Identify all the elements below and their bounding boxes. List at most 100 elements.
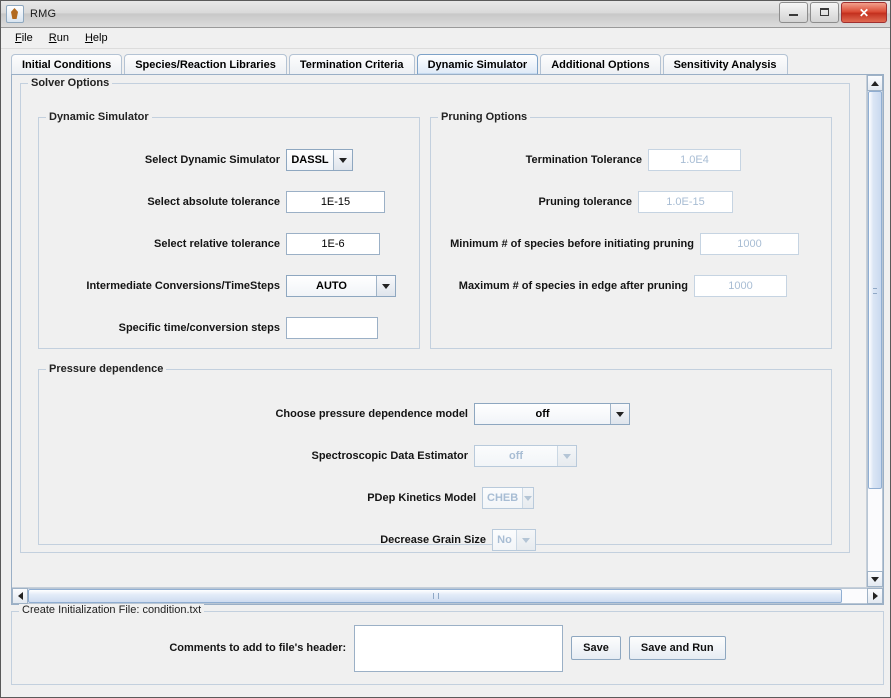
triangle-down-icon <box>871 576 879 582</box>
vertical-scroll-track[interactable] <box>867 91 883 571</box>
tab-dynamic-simulator[interactable]: Dynamic Simulator <box>416 54 539 75</box>
close-button[interactable]: ✕ <box>841 2 887 23</box>
vertical-scrollbar[interactable] <box>866 75 883 587</box>
menu-run[interactable]: Run <box>41 30 77 46</box>
row-relative-tolerance: Select relative tolerance 1E-6 <box>48 233 408 255</box>
combo-pressure-dependence-model-value: off <box>475 404 610 424</box>
input-min-species-before-pruning[interactable]: 1000 <box>700 233 799 255</box>
maximize-button[interactable] <box>810 2 839 23</box>
combo-pdep-kinetics-model-value: CHEB <box>483 488 523 508</box>
horizontal-scrollbar[interactable] <box>12 587 883 604</box>
scroll-right-button[interactable] <box>867 588 883 604</box>
label-select-dynamic-simulator: Select Dynamic Simulator <box>144 154 280 166</box>
label-comments: Comments to add to file's header: <box>169 642 347 654</box>
label-decrease-grain-size: Decrease Grain Size <box>380 534 486 546</box>
vertical-scroll-thumb[interactable] <box>868 91 882 490</box>
scroll-up-button[interactable] <box>867 75 883 91</box>
input-absolute-tolerance[interactable]: 1E-15 <box>286 191 385 213</box>
label-pruning-tolerance: Pruning tolerance <box>538 196 632 208</box>
tab-species-reaction-libraries[interactable]: Species/Reaction Libraries <box>124 54 287 75</box>
label-absolute-tolerance: Select absolute tolerance <box>147 196 280 208</box>
tab-panel-dynamic-simulator: Solver Options Dynamic Simulator Select … <box>11 74 884 605</box>
group-solver-options-legend: Solver Options <box>28 77 113 89</box>
solver-options-canvas: Solver Options Dynamic Simulator Select … <box>12 75 858 587</box>
status-strip <box>1 691 890 697</box>
tab-strip: Initial Conditions Species/Reaction Libr… <box>1 49 890 75</box>
chevron-down-icon <box>557 446 576 466</box>
chevron-down-icon <box>610 404 629 424</box>
combo-pdep-kinetics-model[interactable]: CHEB <box>482 487 534 509</box>
horizontal-scroll-thumb[interactable] <box>28 589 842 603</box>
row-termination-tolerance: Termination Tolerance 1.0E4 <box>442 149 822 171</box>
menu-file[interactable]: File <box>7 30 41 46</box>
menu-bar: File Run Help <box>1 28 890 49</box>
input-termination-tolerance[interactable]: 1.0E4 <box>648 149 741 171</box>
triangle-right-icon <box>872 592 878 600</box>
label-specific-steps: Specific time/conversion steps <box>118 322 280 334</box>
label-termination-tolerance: Termination Tolerance <box>525 154 642 166</box>
chevron-down-icon <box>522 488 533 508</box>
combo-select-dynamic-simulator[interactable]: DASSL <box>286 149 353 171</box>
triangle-up-icon <box>871 80 879 86</box>
group-pressure-dependence-legend: Pressure dependence <box>46 363 167 375</box>
horizontal-scroll-track[interactable] <box>28 588 867 604</box>
rmg-main-window: RMG ✕ File Run Help Initial Conditions S… <box>0 0 891 698</box>
group-pruning-options-legend: Pruning Options <box>438 111 531 123</box>
chevron-down-icon <box>516 530 535 550</box>
scroll-left-button[interactable] <box>12 588 28 604</box>
row-max-species-edge-after-pruning: Maximum # of species in edge after pruni… <box>440 275 830 297</box>
tab-termination-criteria[interactable]: Termination Criteria <box>288 54 415 75</box>
input-max-species-edge-after-pruning[interactable]: 1000 <box>694 275 787 297</box>
row-decrease-grain-size: Decrease Grain Size No <box>352 529 652 551</box>
input-pruning-tolerance[interactable]: 1.0E-15 <box>638 191 733 213</box>
combo-intermediate-conversions-value: AUTO <box>287 276 376 296</box>
save-and-run-button[interactable]: Save and Run <box>628 636 726 660</box>
window-title: RMG <box>30 8 57 20</box>
combo-pressure-dependence-model[interactable]: off <box>474 403 630 425</box>
save-button[interactable]: Save <box>571 636 621 660</box>
row-pruning-tolerance: Pruning tolerance 1.0E-15 <box>442 191 822 213</box>
row-pdep-kinetics-model: PDep Kinetics Model CHEB <box>352 487 652 509</box>
scroll-down-button[interactable] <box>867 571 883 587</box>
menu-help[interactable]: Help <box>77 30 116 46</box>
combo-spectroscopic-estimator-value: off <box>475 446 557 466</box>
row-absolute-tolerance: Select absolute tolerance 1E-15 <box>48 191 408 213</box>
combo-select-dynamic-simulator-value: DASSL <box>287 150 333 170</box>
row-select-dynamic-simulator: Select Dynamic Simulator DASSL <box>48 149 408 171</box>
row-specific-steps: Specific time/conversion steps <box>48 317 408 339</box>
chevron-down-icon <box>333 150 352 170</box>
input-relative-tolerance[interactable]: 1E-6 <box>286 233 380 255</box>
input-specific-steps[interactable] <box>286 317 378 339</box>
label-relative-tolerance: Select relative tolerance <box>154 238 280 250</box>
row-min-species-before-pruning: Minimum # of species before initiating p… <box>440 233 830 255</box>
menu-file-label-rest: ile <box>21 32 33 44</box>
triangle-left-icon <box>17 592 23 600</box>
title-bar: RMG ✕ <box>1 1 890 28</box>
combo-intermediate-conversions[interactable]: AUTO <box>286 275 396 297</box>
row-pressure-dependence-model: Choose pressure dependence model off <box>252 403 652 425</box>
combo-decrease-grain-size-value: No <box>493 530 516 550</box>
maximize-icon <box>820 8 829 16</box>
combo-decrease-grain-size[interactable]: No <box>492 529 536 551</box>
init-file-controls: Comments to add to file's header: Save S… <box>12 612 883 684</box>
minimize-button[interactable] <box>779 2 808 23</box>
group-dynamic-simulator-legend: Dynamic Simulator <box>46 111 152 123</box>
label-max-species-edge-after-pruning: Maximum # of species in edge after pruni… <box>458 280 688 292</box>
input-comments[interactable] <box>354 624 564 672</box>
row-intermediate-conversions: Intermediate Conversions/TimeSteps AUTO <box>40 275 412 297</box>
menu-run-label-rest: un <box>56 32 69 44</box>
minimize-icon <box>789 14 798 16</box>
tab-sensitivity-analysis[interactable]: Sensitivity Analysis <box>662 54 788 75</box>
row-spectroscopic-estimator: Spectroscopic Data Estimator off <box>292 445 652 467</box>
tab-additional-options[interactable]: Additional Options <box>540 54 661 75</box>
combo-spectroscopic-estimator[interactable]: off <box>474 445 577 467</box>
label-intermediate-conversions: Intermediate Conversions/TimeSteps <box>86 280 280 292</box>
chevron-down-icon <box>376 276 395 296</box>
window-controls: ✕ <box>779 2 887 23</box>
tab-initial-conditions[interactable]: Initial Conditions <box>11 54 123 75</box>
close-icon: ✕ <box>858 5 870 20</box>
label-pdep-kinetics-model: PDep Kinetics Model <box>367 492 476 504</box>
scroll-area: Solver Options Dynamic Simulator Select … <box>12 75 883 587</box>
label-min-species-before-pruning: Minimum # of species before initiating p… <box>450 238 694 250</box>
label-spectroscopic-estimator: Spectroscopic Data Estimator <box>311 450 469 462</box>
